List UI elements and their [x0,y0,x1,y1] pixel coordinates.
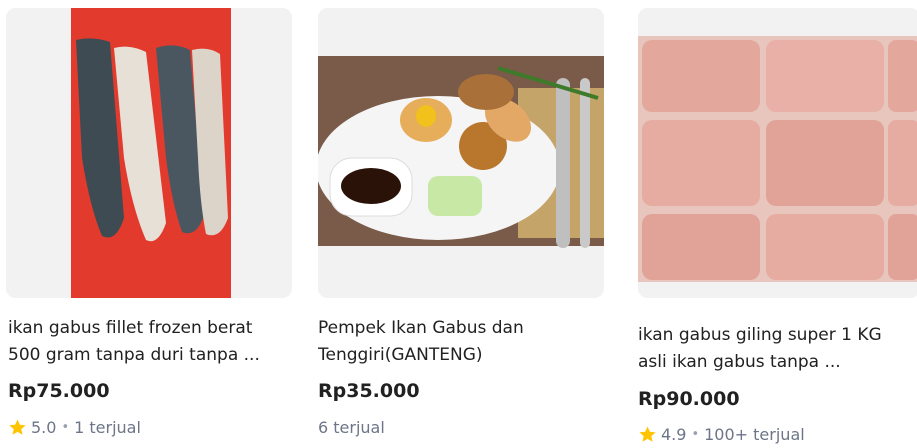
product-price: Rp35.000 [318,380,420,402]
product-title-line-1[interactable]: Pempek Ikan Gabus dan [318,315,608,341]
sold-count: 1 terjual [74,418,141,437]
product-image-2[interactable] [318,8,604,298]
rating-sold-row: 5.0 • 1 terjual [8,418,141,437]
sold-count: 6 terjual [318,418,385,437]
product-card-3[interactable]: ikan gabus giling super 1 KG asli ikan g… [630,0,917,448]
rating-value: 4.9 [661,425,687,444]
product-card-1[interactable]: ikan gabus fillet frozen berat 500 gram … [0,0,300,448]
sold-count: 100+ terjual [704,425,805,444]
star-icon [639,426,656,442]
rating-sold-row: 6 terjual [318,418,385,437]
product-title-line-2[interactable]: 500 gram tanpa duri tanpa ... [8,342,298,368]
product-card-2[interactable]: Pempek Ikan Gabus dan Tenggiri(GANTENG) … [310,0,610,448]
product-title-line-1[interactable]: ikan gabus fillet frozen berat [8,315,298,341]
minced-fish-image [638,8,917,298]
product-title-line-2[interactable]: asli ikan gabus tanpa ... [638,349,917,375]
fish-fillet-image [6,8,292,298]
product-image-3[interactable] [638,8,917,298]
separator-dot: • [691,427,700,442]
product-image-1[interactable] [6,8,292,298]
rating-sold-row: 4.9 • 100+ terjual [638,425,805,444]
product-price: Rp75.000 [8,380,110,402]
product-price: Rp90.000 [638,388,740,410]
rating-value: 5.0 [31,418,57,437]
product-title-line-1[interactable]: ikan gabus giling super 1 KG [638,322,917,348]
separator-dot: • [61,420,70,435]
star-icon [9,419,26,435]
product-title-line-2[interactable]: Tenggiri(GANTENG) [318,342,608,368]
pempek-dish-image [318,8,604,298]
